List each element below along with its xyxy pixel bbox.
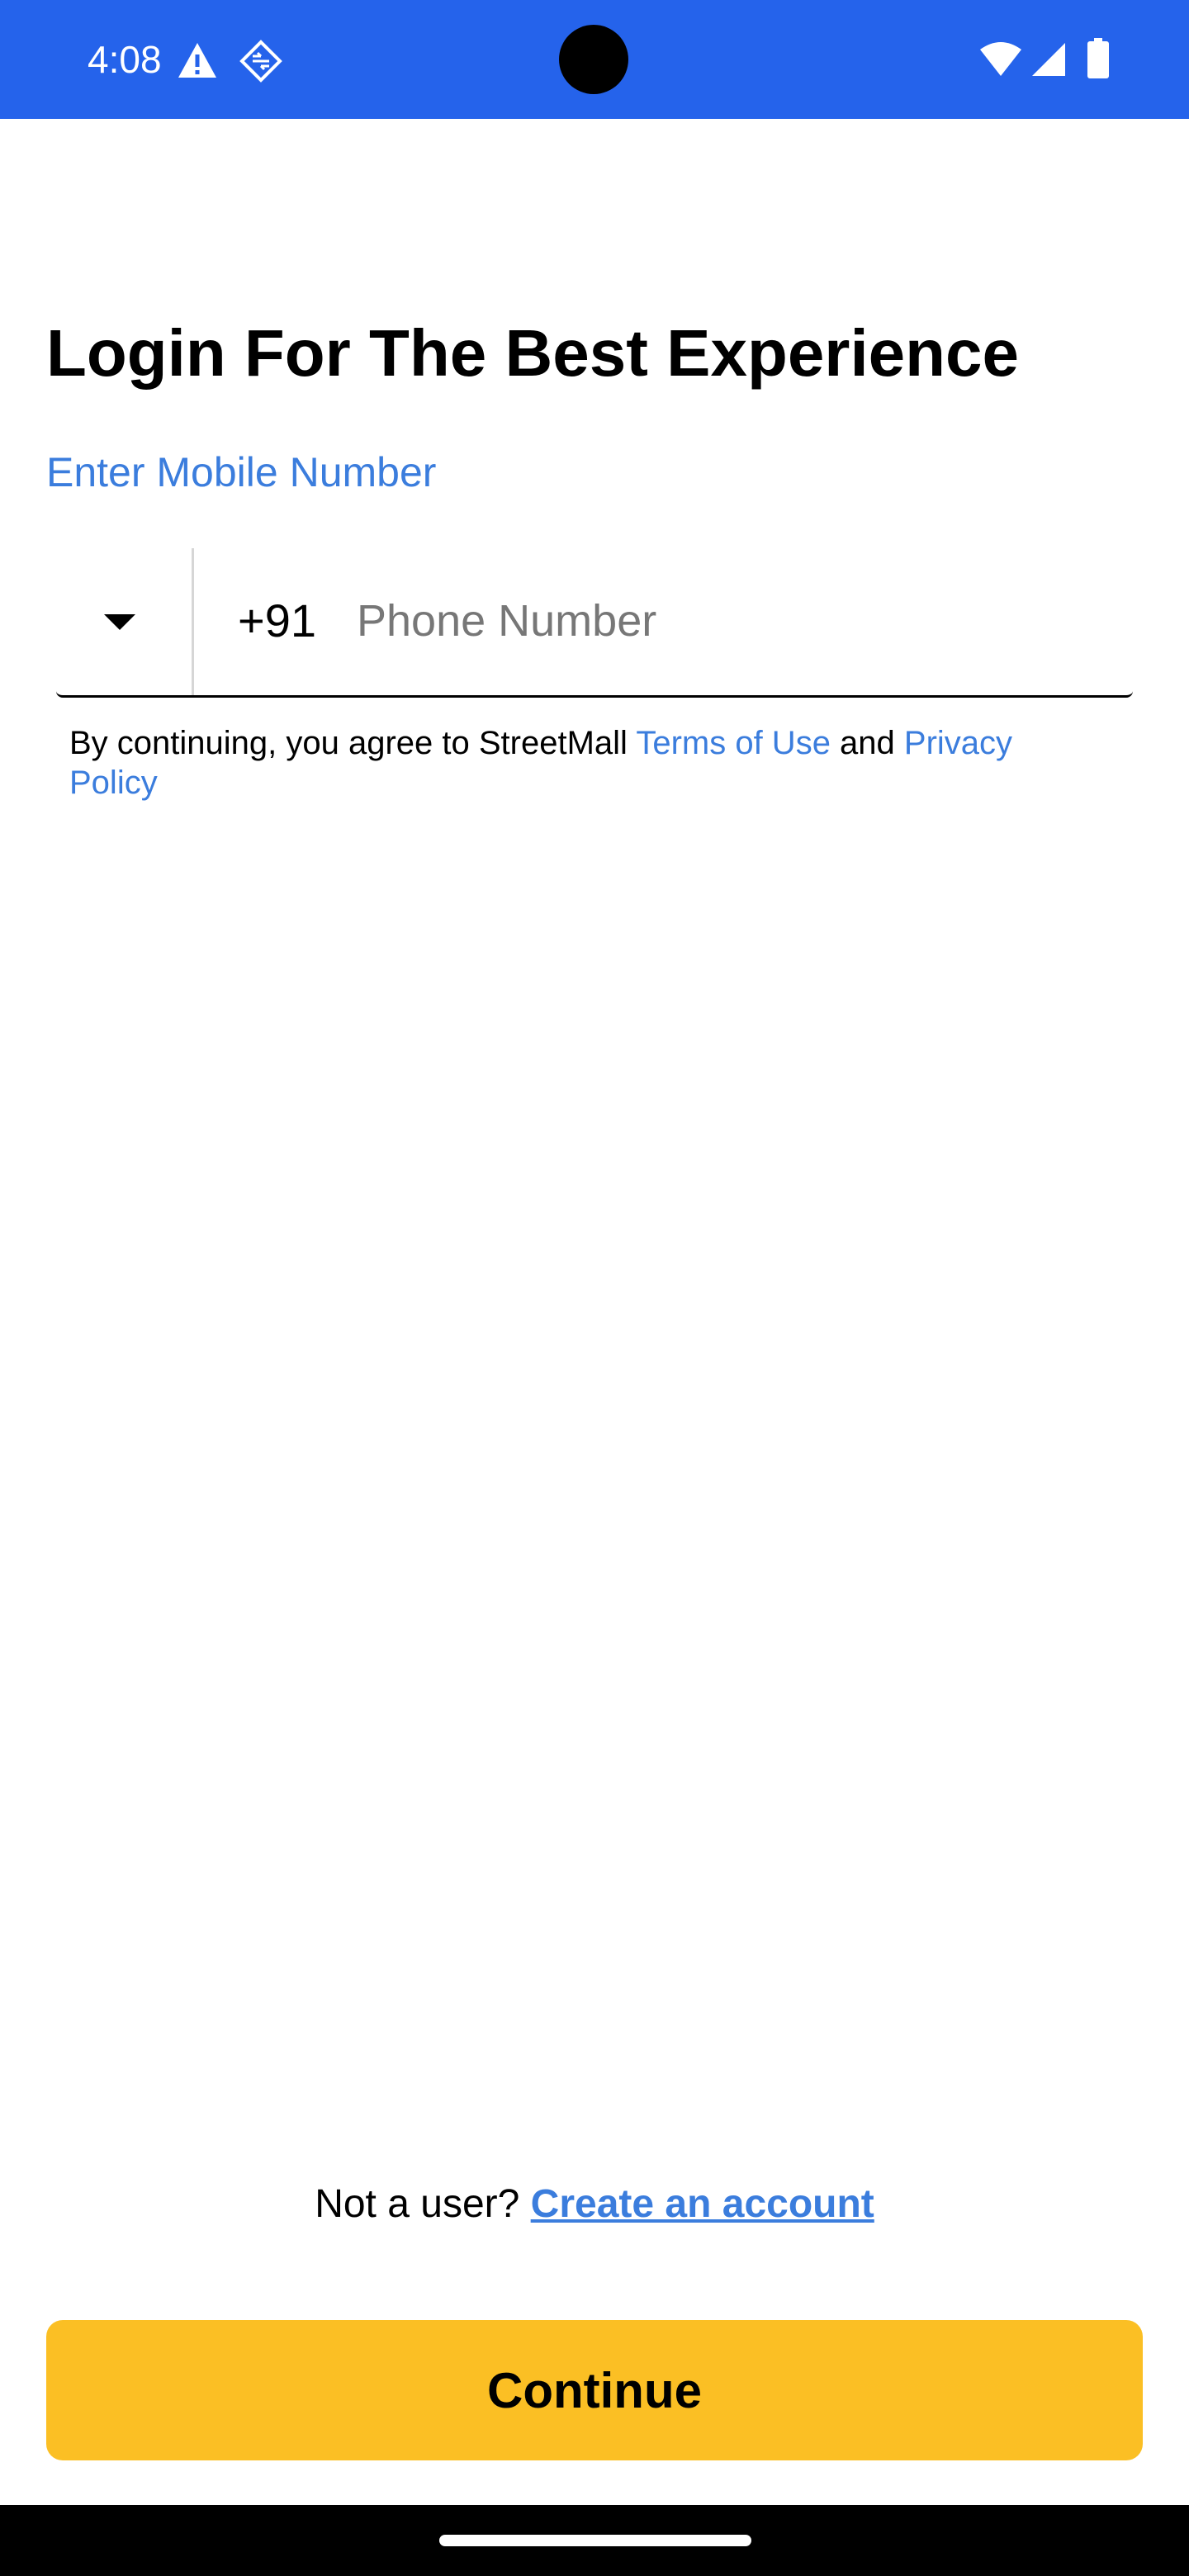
sync-icon: [239, 40, 282, 83]
country-code: +91: [238, 594, 316, 646]
signup-prompt-text: Not a user?: [315, 2182, 531, 2226]
wifi-icon: [980, 42, 1021, 76]
home-indicator[interactable]: [439, 2535, 751, 2546]
warning-icon: [178, 43, 216, 78]
terms-and: and: [830, 725, 904, 761]
signup-prompt: Not a user? Create an account: [0, 2180, 1189, 2229]
phone-number-row: +91: [56, 548, 1133, 698]
phone-number-input[interactable]: [357, 585, 1100, 657]
divider: [192, 548, 194, 695]
status-time: 4:08: [88, 38, 162, 81]
create-account-link[interactable]: Create an account: [531, 2182, 874, 2226]
mobile-number-label: Enter Mobile Number: [46, 449, 437, 495]
battery-icon: [1087, 38, 1109, 78]
country-code-dropdown[interactable]: [56, 548, 192, 695]
camera-cutout: [559, 25, 628, 94]
status-bar: 4:08: [0, 0, 1189, 119]
terms-notice: By continuing, you agree to StreetMall T…: [69, 723, 1093, 803]
continue-button[interactable]: Continue: [46, 2320, 1143, 2460]
page-title: Login For The Best Experience: [46, 316, 1020, 390]
terms-prefix: By continuing, you agree to StreetMall: [69, 725, 637, 761]
signal-icon: [1032, 43, 1065, 76]
chevron-down-icon: [104, 614, 135, 630]
navigation-bar: [0, 2505, 1189, 2576]
terms-of-use-link[interactable]: Terms of Use: [636, 725, 831, 761]
